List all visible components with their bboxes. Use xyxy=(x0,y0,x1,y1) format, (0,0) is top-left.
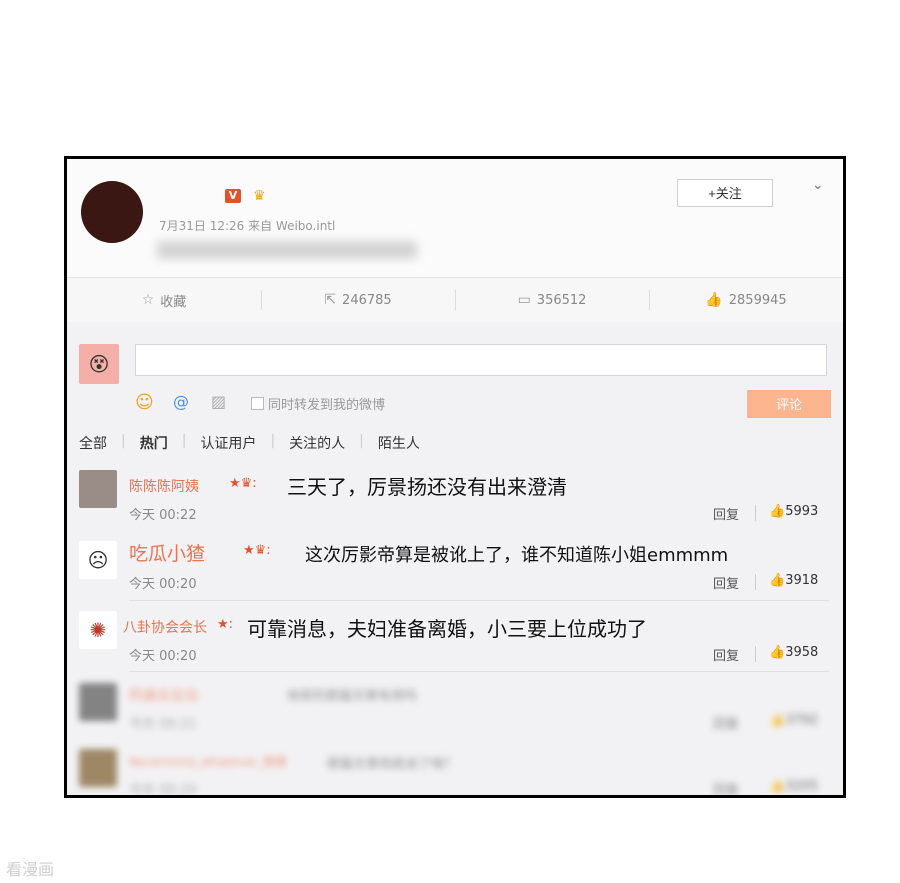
comment-like-button[interactable]: 👍3958 xyxy=(769,645,818,660)
comment-like-button[interactable]: 👍5993 xyxy=(769,504,818,519)
like-icon: 👍 xyxy=(769,713,786,728)
tab-hot[interactable]: 热门 xyxy=(140,433,182,457)
repost-checkbox-label: 同时转发到我的微博 xyxy=(268,398,386,413)
commenter-avatar[interactable] xyxy=(79,683,117,721)
commenter-badge-icon: ★♛: xyxy=(243,543,271,558)
comment-composer: 😵 ☺ @ ▨ 同时转发到我的微博 评论 xyxy=(67,322,843,432)
commenter-badge-icon: ★: xyxy=(217,617,234,632)
favorite-label: 收藏 xyxy=(160,294,187,310)
repost-icon: ⇱ xyxy=(324,292,337,308)
at-mention-icon[interactable]: @ xyxy=(173,392,189,411)
commenter-avatar[interactable]: ☹ xyxy=(79,541,117,579)
comment-like-button[interactable]: 👍3918 xyxy=(769,573,818,588)
like-icon: 👍 xyxy=(769,504,786,519)
comment-item: 陈陈陈阿姨 ★♛: 三天了，厉景扬还没有出来澄清 今天 00:22 回复 👍59… xyxy=(67,464,843,526)
comment-item: ✺ 八卦协会会长 ★: 可靠消息，夫妇准备离婚，小三要上位成功了 今天 00:2… xyxy=(67,607,843,669)
comment-count: 356512 xyxy=(536,292,587,308)
follow-button[interactable]: +关注 xyxy=(677,179,773,207)
comment-time: 今天 00:20 xyxy=(129,649,197,664)
reply-button[interactable]: 回复 xyxy=(713,504,739,523)
comment-item-blurred: Nevermind_whatever_随便 那篇文章到底说了啥？ 今天 00:2… xyxy=(67,745,843,795)
submit-comment-button[interactable]: 评论 xyxy=(747,390,831,418)
image-icon[interactable]: ▨ xyxy=(211,392,226,411)
commenter-avatar[interactable] xyxy=(79,749,117,787)
tab-following[interactable]: 关注的人 xyxy=(289,433,359,457)
commenter-name[interactable]: Nevermind_whatever_随便 xyxy=(129,753,287,770)
favorite-action[interactable]: ☆ 收藏 xyxy=(67,278,261,322)
watermark: 看漫画 xyxy=(6,860,55,879)
comment-divider xyxy=(129,600,829,601)
like-icon: 👍 xyxy=(769,779,786,794)
comment-time: 今天 00:20 xyxy=(129,577,197,592)
commenter-avatar[interactable] xyxy=(79,470,117,508)
weibo-screenshot-frame: V ♛ 7月31日 12:26 来自 Weibo.intl +关注 ⌄ ☆ 收藏… xyxy=(64,156,846,798)
post-card: V ♛ 7月31日 12:26 来自 Weibo.intl +关注 ⌄ xyxy=(67,159,843,277)
comment-input[interactable] xyxy=(135,344,827,376)
post-timestamp: 7月31日 12:26 来自 Weibo.intl xyxy=(159,219,336,233)
comment-like-count: 3918 xyxy=(785,573,819,588)
reply-button[interactable]: 回复 xyxy=(713,645,739,664)
comment-text: 三天了，厉景扬还没有出来澄清 xyxy=(287,475,567,499)
vip-badge: V xyxy=(225,189,241,203)
comment-text: 这次厉影帝算是被讹上了，谁不知道陈小姐emmmm xyxy=(305,545,729,566)
comment-text: 那篇文章到底说了啥？ xyxy=(327,757,458,772)
repost-action[interactable]: ⇱ 246785 xyxy=(261,278,455,322)
post-text-blurred xyxy=(157,241,417,259)
commenter-name[interactable]: 同桌云云云 xyxy=(129,685,199,705)
comment-time: 今天 00:21 xyxy=(129,717,197,732)
commenter-avatar[interactable]: ✺ xyxy=(79,611,117,649)
repost-checkbox[interactable] xyxy=(251,397,264,410)
tab-strangers[interactable]: 陌生人 xyxy=(378,433,434,457)
repost-count: 246785 xyxy=(342,292,392,308)
comment-text: 可靠消息，夫妇准备离婚，小三要上位成功了 xyxy=(247,617,647,641)
comment-action[interactable]: ▭ 356512 xyxy=(455,278,649,322)
comment-item: ☹ 吃瓜小猹 ★♛: 这次厉影帝算是被讹上了，谁不知道陈小姐emmmm 今天 0… xyxy=(67,533,843,597)
star-icon: ☆ xyxy=(141,292,155,308)
comment-like-button[interactable]: 👍3205 xyxy=(769,779,818,794)
commenter-badge-icon: ★♛: xyxy=(229,476,257,491)
reply-button[interactable]: 回复 xyxy=(713,779,739,795)
emoji-icon[interactable]: ☺ xyxy=(135,392,154,413)
chevron-down-icon[interactable]: ⌄ xyxy=(812,177,824,193)
comment-like-button[interactable]: 👍3792 xyxy=(769,713,818,728)
comment-icon: ▭ xyxy=(517,292,531,308)
comment-like-count: 3958 xyxy=(785,645,819,660)
comment-like-count: 3205 xyxy=(785,779,819,794)
tab-verified[interactable]: 认证用户 xyxy=(200,433,270,457)
author-avatar[interactable] xyxy=(81,181,143,243)
tab-all[interactable]: 全部 xyxy=(79,433,121,457)
comment-item-blurred: 同桌云云云 他家的那篇文章有用吗 今天 00:21 回复 👍3792 xyxy=(67,679,843,737)
reply-button[interactable]: 回复 xyxy=(713,713,739,732)
comment-like-count: 5993 xyxy=(785,504,819,519)
my-avatar: 😵 xyxy=(79,344,119,384)
like-icon: 👍 xyxy=(769,645,786,660)
like-icon: 👍 xyxy=(769,573,786,588)
post-action-bar: ☆ 收藏 ⇱ 246785 ▭ 356512 👍 2859945 xyxy=(67,277,843,323)
commenter-name[interactable]: 八卦协会会长 xyxy=(123,617,207,637)
crown-icon: ♛ xyxy=(253,188,266,204)
comment-time: 今天 00:22 xyxy=(129,508,197,523)
commenter-name[interactable]: 吃瓜小猹 xyxy=(129,539,205,566)
comment-text: 他家的那篇文章有用吗 xyxy=(287,689,418,704)
reply-button[interactable]: 回复 xyxy=(713,573,739,592)
comment-filter-tabs: 全部 | 热门 | 认证用户 | 关注的人 | 陌生人 xyxy=(79,433,434,457)
like-count: 2859945 xyxy=(728,292,787,308)
like-icon: 👍 xyxy=(705,292,723,308)
comment-like-count: 3792 xyxy=(785,713,819,728)
comment-divider xyxy=(129,671,829,672)
like-action[interactable]: 👍 2859945 xyxy=(649,278,843,322)
comment-time: 今天 00:20 xyxy=(129,783,197,798)
commenter-name[interactable]: 陈陈陈阿姨 xyxy=(129,476,199,496)
